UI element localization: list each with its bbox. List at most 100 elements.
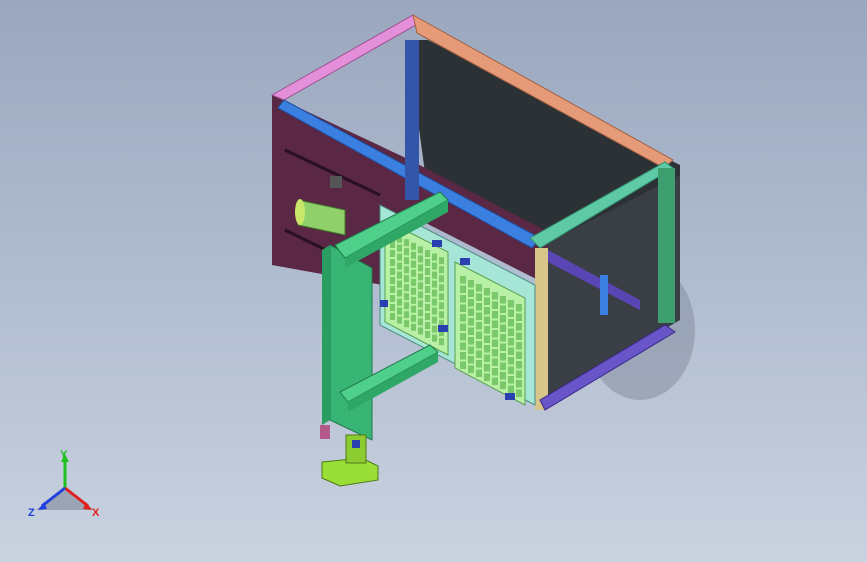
- tray-pocket: [492, 311, 498, 319]
- tray-clip: [432, 240, 442, 247]
- tray-pocket: [484, 288, 490, 296]
- tray-pocket: [508, 385, 514, 393]
- tray-pocket: [460, 295, 466, 303]
- orientation-triad[interactable]: Y X Z: [22, 448, 108, 524]
- tray-pocket: [404, 302, 409, 310]
- graphics-viewport[interactable]: Y X Z: [0, 0, 867, 562]
- tray-pocket: [404, 275, 409, 283]
- tray-pocket: [476, 360, 482, 368]
- tray-pocket: [484, 335, 490, 343]
- tray-pocket: [500, 296, 506, 304]
- tray-pocket: [411, 323, 416, 331]
- axis-x-label: X: [92, 507, 100, 519]
- tray-pocket: [460, 342, 466, 350]
- axis-y-label: Y: [60, 449, 68, 461]
- tray-pocket: [508, 357, 514, 365]
- tray-pocket: [390, 259, 395, 266]
- tray-pocket: [484, 364, 490, 372]
- tray-pocket: [425, 250, 430, 257]
- tray-pocket: [425, 304, 430, 311]
- tray-pocket: [397, 289, 402, 297]
- tray-pocket: [390, 286, 395, 293]
- tray-pocket: [425, 286, 430, 293]
- tray-pocket: [411, 251, 416, 259]
- tray-clip: [505, 393, 515, 400]
- tray-pocket: [390, 268, 395, 275]
- tray-pocket: [411, 314, 416, 322]
- tray-pocket: [439, 266, 444, 274]
- tray-pocket: [500, 381, 506, 389]
- tray-pocket: [500, 362, 506, 370]
- tray-pocket: [411, 278, 416, 286]
- tray-pocket: [516, 389, 522, 397]
- tray-pocket: [476, 293, 482, 301]
- knob: [330, 176, 342, 188]
- base-bolt: [352, 440, 360, 448]
- tray-pocket: [432, 334, 437, 342]
- tray-pocket: [468, 337, 474, 345]
- rail-back-lower: [600, 275, 608, 315]
- tray-pocket: [508, 366, 514, 374]
- tray-pocket: [411, 296, 416, 304]
- tray-pocket: [516, 351, 522, 359]
- tray-pocket: [500, 334, 506, 342]
- tray-pocket: [404, 248, 409, 256]
- tray-pocket: [492, 320, 498, 328]
- tray-pocket: [484, 354, 490, 362]
- tray-pocket: [484, 345, 490, 353]
- tray-pocket: [476, 303, 482, 311]
- tray-pocket: [460, 285, 466, 293]
- tray-pocket: [460, 276, 466, 284]
- tray-pocket: [468, 356, 474, 364]
- tray-pocket: [468, 346, 474, 354]
- tray-pocket: [411, 242, 416, 250]
- tray-pocket: [460, 304, 466, 312]
- tray-pocket: [492, 339, 498, 347]
- tray-pocket: [508, 300, 514, 308]
- tray-pocket: [492, 292, 498, 300]
- tray-pocket: [460, 314, 466, 322]
- tray-clip: [438, 325, 448, 332]
- tray-pocket: [439, 302, 444, 310]
- tray-pocket: [516, 332, 522, 340]
- bracket-column-side: [322, 245, 330, 425]
- tray-clip: [460, 258, 470, 265]
- post-front: [535, 248, 548, 410]
- tray-pocket: [508, 376, 514, 384]
- tray-pocket: [425, 331, 430, 338]
- tray-pocket: [500, 343, 506, 351]
- tray-pocket: [508, 309, 514, 317]
- tray-pocket: [476, 331, 482, 339]
- tray-pocket: [468, 365, 474, 373]
- tray-pocket: [460, 323, 466, 331]
- tray-pocket: [484, 297, 490, 305]
- tray-pocket: [439, 293, 444, 301]
- tray-pocket: [425, 313, 430, 320]
- tray-pocket: [411, 269, 416, 277]
- tray-pocket: [484, 373, 490, 381]
- tray-pocket: [425, 259, 430, 266]
- bracket-column: [329, 244, 373, 441]
- post-right: [658, 168, 675, 323]
- bracket-foot-left: [320, 425, 330, 439]
- tray-pocket: [404, 266, 409, 274]
- tray-pocket: [432, 289, 437, 297]
- tray-pocket: [516, 304, 522, 312]
- tray-pocket: [492, 368, 498, 376]
- tray-pocket: [397, 271, 402, 279]
- tray-pocket: [418, 255, 423, 263]
- tray-pocket: [492, 301, 498, 309]
- tray-pocket: [432, 262, 437, 270]
- tray-pocket: [418, 300, 423, 308]
- tray-pocket: [411, 287, 416, 295]
- tray-pocket: [508, 319, 514, 327]
- tray-clip: [380, 300, 388, 307]
- tray-pocket: [468, 318, 474, 326]
- tray-pocket: [484, 316, 490, 324]
- tray-pocket: [404, 311, 409, 319]
- tray-pocket: [468, 289, 474, 297]
- tray-pocket: [404, 284, 409, 292]
- cad-model[interactable]: [0, 0, 867, 562]
- tray-pocket: [418, 282, 423, 290]
- tray-pocket: [476, 341, 482, 349]
